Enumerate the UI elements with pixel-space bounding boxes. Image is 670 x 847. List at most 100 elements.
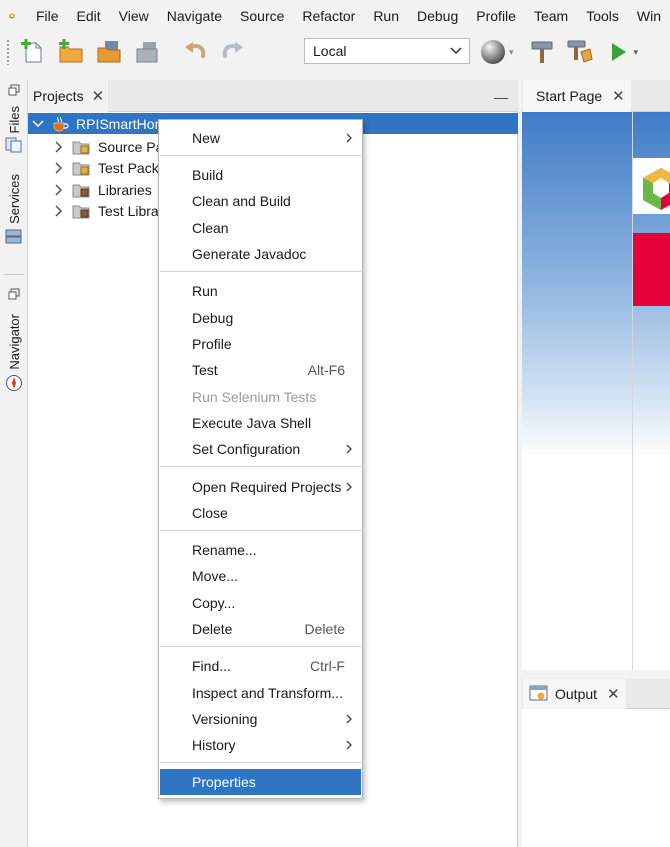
menu-item-properties[interactable]: Properties	[160, 769, 361, 795]
undo-icon	[185, 42, 206, 58]
menu-file[interactable]: File	[27, 0, 68, 32]
restore-window-icon	[8, 288, 20, 300]
menu-profile[interactable]: Profile	[467, 0, 525, 32]
menu-item-label: Versioning	[192, 711, 258, 727]
open-project-button[interactable]	[93, 36, 125, 68]
menu-item-clean[interactable]: Clean	[160, 215, 361, 241]
menu-item-find[interactable]: Find... Ctrl-F	[160, 653, 361, 679]
minimize-icon[interactable]: —	[494, 89, 508, 105]
menu-tools[interactable]: Tools	[577, 0, 628, 32]
files-icon	[5, 137, 22, 153]
toolbar-grip[interactable]	[6, 39, 10, 65]
tree-item-label: Libraries	[98, 181, 152, 198]
configuration-select[interactable]: Local	[304, 38, 470, 64]
project-context-menu: New Build Clean and Build Clean Generate…	[158, 119, 363, 799]
menu-window[interactable]: Win	[628, 0, 670, 32]
menu-item-label: Find...	[192, 658, 231, 674]
tree-item-libraries[interactable]: Libraries	[52, 179, 152, 200]
close-icon[interactable]: ✕	[92, 87, 105, 105]
menu-item-label: Rename...	[192, 542, 257, 558]
menu-refactor[interactable]: Refactor	[293, 0, 364, 32]
tab-start-page[interactable]: Start Page ✕	[523, 80, 631, 112]
browser-button[interactable]	[478, 36, 510, 68]
tree-item-test-libraries[interactable]: Test Libra	[52, 200, 159, 221]
projects-tab-bar: Projects ✕ —	[28, 80, 518, 112]
menu-item-test[interactable]: Test Alt-F6	[160, 357, 361, 383]
menu-item-label: Profile	[192, 336, 232, 352]
menu-item-label: History	[192, 737, 236, 753]
tab-output[interactable]: Output ✕	[523, 679, 626, 709]
menu-item-history[interactable]: History	[160, 732, 361, 758]
new-project-button[interactable]	[55, 36, 87, 68]
menu-item-clean-and-build[interactable]: Clean and Build	[160, 188, 361, 214]
menu-item-label: Set Configuration	[192, 441, 301, 457]
menu-item-shortcut: Ctrl-F	[310, 658, 345, 674]
menu-team[interactable]: Team	[525, 0, 577, 32]
menu-item-delete[interactable]: Delete Delete	[160, 616, 361, 642]
menu-item-move[interactable]: Move...	[160, 563, 361, 589]
close-icon[interactable]: ✕	[612, 87, 625, 105]
clean-build-button[interactable]	[564, 36, 596, 68]
menu-run[interactable]: Run	[364, 0, 408, 32]
tab-projects[interactable]: Projects ✕	[28, 80, 108, 112]
chevron-right-icon[interactable]	[52, 204, 66, 218]
files-side-tab[interactable]: Files	[0, 84, 28, 153]
menu-item-set-configuration[interactable]: Set Configuration	[160, 436, 361, 462]
new-file-button[interactable]	[17, 36, 49, 68]
chevron-right-icon[interactable]	[52, 183, 66, 197]
redo-button[interactable]	[217, 36, 249, 68]
services-side-tab[interactable]: Services	[0, 174, 28, 246]
build-button[interactable]	[526, 36, 558, 68]
run-button[interactable]	[602, 36, 634, 68]
menu-item-build[interactable]: Build	[160, 162, 361, 188]
menu-item-versioning[interactable]: Versioning	[160, 706, 361, 732]
undo-button[interactable]	[179, 36, 211, 68]
menu-item-run[interactable]: Run	[160, 278, 361, 304]
output-tab-label: Output	[555, 686, 598, 702]
menu-view[interactable]: View	[110, 0, 158, 32]
menu-item-label: Inspect and Transform...	[192, 685, 343, 701]
menu-source[interactable]: Source	[231, 0, 293, 32]
close-icon[interactable]: ✕	[607, 685, 620, 703]
menu-item-open-required-projects[interactable]: Open Required Projects	[160, 474, 361, 500]
menu-bar: File Edit View Navigate Source Refactor …	[0, 0, 670, 32]
menu-item-rename[interactable]: Rename...	[160, 537, 361, 563]
menu-item-label: Close	[192, 505, 228, 521]
menu-debug[interactable]: Debug	[408, 0, 467, 32]
menu-item-copy[interactable]: Copy...	[160, 590, 361, 616]
navigator-side-tab[interactable]: Navigator	[0, 288, 28, 392]
menu-item-shortcut: Alt-F6	[307, 362, 345, 378]
java-coffee-icon	[53, 116, 69, 131]
chevron-right-icon[interactable]	[52, 140, 66, 154]
menu-item-new[interactable]: New	[160, 125, 361, 151]
menu-item-label: Debug	[192, 310, 234, 326]
chevron-right-icon[interactable]	[52, 161, 66, 175]
menu-item-label: Clean and Build	[192, 193, 291, 209]
menu-item-debug[interactable]: Debug	[160, 305, 361, 331]
configuration-value: Local	[313, 43, 347, 59]
tree-item-source-packages[interactable]: Source Pa	[52, 136, 163, 157]
menu-item-execute-java-shell[interactable]: Execute Java Shell	[160, 410, 361, 436]
globe-icon	[481, 40, 505, 64]
menu-item-label: Clean	[192, 220, 229, 236]
tree-item-test-packages[interactable]: Test Pack	[52, 157, 159, 178]
chevron-down-icon[interactable]	[31, 117, 45, 131]
menu-item-profile[interactable]: Profile	[160, 331, 361, 357]
menu-navigate[interactable]: Navigate	[158, 0, 231, 32]
menu-edit[interactable]: Edit	[68, 0, 110, 32]
clean-build-icon	[567, 40, 593, 63]
chevron-right-icon	[346, 133, 352, 143]
run-play-icon	[611, 43, 626, 61]
chevron-right-icon	[346, 482, 352, 492]
menu-item-generate-javadoc[interactable]: Generate Javadoc	[160, 241, 361, 267]
start-page-logo-card	[633, 158, 670, 214]
redo-icon	[222, 42, 243, 58]
close-project-button[interactable]	[131, 36, 163, 68]
menu-item-label: Execute Java Shell	[192, 415, 312, 431]
menu-item-inspect-and-transform[interactable]: Inspect and Transform...	[160, 680, 361, 706]
services-icon	[5, 229, 22, 244]
test-package-icon	[72, 162, 90, 175]
menu-item-close[interactable]: Close	[160, 500, 361, 526]
chevron-right-icon	[346, 740, 352, 750]
menu-item-label: Delete	[192, 621, 233, 637]
